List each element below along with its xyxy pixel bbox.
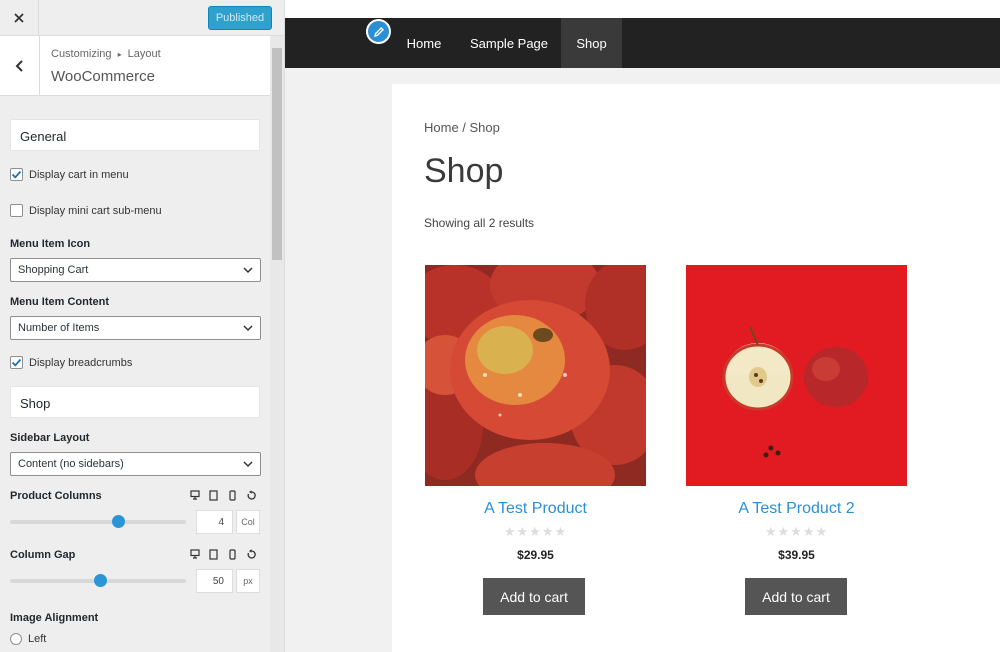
product-columns-label: Product Columns (10, 490, 102, 502)
customizer-topbar: Published (0, 0, 284, 36)
breadcrumbs-checkbox[interactable] (10, 356, 23, 369)
rating-stars: ★★★★★ (503, 524, 568, 539)
chevron-down-icon (243, 460, 253, 467)
reset-icon[interactable] (245, 489, 258, 501)
desktop-icon[interactable] (188, 489, 201, 501)
pencil-icon (373, 26, 384, 37)
scrollbar-thumb[interactable] (272, 48, 282, 260)
product-name[interactable]: A Test Product 2 (686, 500, 907, 518)
product-columns-device-toggles (188, 489, 258, 501)
sidebar-layout-label: Sidebar Layout (10, 432, 90, 444)
page-title: Shop (424, 152, 504, 190)
tablet-icon[interactable] (207, 548, 220, 560)
close-button[interactable] (0, 0, 39, 36)
section-title: WooCommerce (51, 68, 155, 85)
customizer-sidebar: Published Customizing ▸ Layout WooCommer… (0, 0, 285, 652)
product-columns-input[interactable]: 4 (196, 510, 233, 534)
close-icon (14, 13, 24, 23)
breadcrumb-parent: Layout (127, 48, 161, 60)
product-columns-slider-handle[interactable] (112, 515, 125, 528)
publish-button[interactable]: Published (208, 6, 272, 30)
image-alignment-left-radio[interactable] (10, 633, 22, 645)
checkmark-icon (11, 358, 22, 367)
product-price: $29.95 (517, 548, 554, 562)
product-image-apples[interactable] (425, 265, 646, 486)
product-image-apple-halves[interactable] (686, 265, 907, 486)
product-columns-slider[interactable] (10, 515, 186, 528)
page-breadcrumb[interactable]: Home / Shop (424, 120, 500, 135)
menu-content-label: Menu Item Content (10, 296, 109, 308)
image-alignment-left-option[interactable]: Left (10, 633, 46, 645)
menu-icon-label: Menu Item Icon (10, 238, 91, 250)
breadcrumbs-label: Display breadcrumbs (29, 356, 133, 369)
breadcrumb-separator-icon: ▸ (117, 50, 122, 59)
breadcrumbs-option[interactable]: Display breadcrumbs (10, 356, 132, 369)
menu-icon-select[interactable]: Shopping Cart (10, 258, 261, 282)
display-cart-label: Display cart in menu (29, 168, 129, 181)
product-columns-unit: Col (236, 510, 260, 534)
nav-item-sample-page[interactable]: Sample Page (465, 18, 553, 68)
back-button[interactable] (0, 36, 40, 96)
product-name[interactable]: A Test Product (425, 500, 646, 518)
add-to-cart-button[interactable]: Add to cart (745, 578, 847, 615)
display-cart-checkbox[interactable] (10, 168, 23, 181)
menu-icon-value: Shopping Cart (18, 264, 89, 276)
product-price: $39.95 (778, 548, 815, 562)
product-card: A Test Product ★★★★★ $29.95 Add to cart (425, 265, 646, 615)
nav-item-shop[interactable]: Shop (561, 18, 622, 68)
site-preview: Home Sample Page Shop Home / Shop Shop S… (285, 0, 1000, 652)
column-gap-unit: px (236, 569, 260, 593)
mobile-icon[interactable] (226, 489, 239, 501)
scrollbar[interactable] (270, 36, 284, 652)
image-alignment-label: Image Alignment (10, 612, 99, 624)
sidebar-layout-value: Content (no sidebars) (18, 458, 124, 470)
mini-cart-label: Display mini cart sub-menu (29, 204, 162, 217)
chevron-down-icon (243, 324, 253, 331)
reset-icon[interactable] (245, 548, 258, 560)
checkmark-icon (11, 170, 22, 179)
rating-stars: ★★★★★ (764, 524, 829, 539)
product-card: A Test Product 2 ★★★★★ $39.95 Add to car… (686, 265, 907, 615)
desktop-icon[interactable] (188, 548, 201, 560)
main-content: Home / Shop Shop Showing all 2 results A… (392, 84, 1000, 652)
site-navigation: Home Sample Page Shop (285, 18, 1000, 68)
column-gap-device-toggles (188, 548, 258, 560)
menu-content-value: Number of Items (18, 322, 100, 334)
edit-shortcut-button[interactable] (366, 19, 391, 44)
mobile-icon[interactable] (226, 548, 239, 560)
sidebar-layout-select[interactable]: Content (no sidebars) (10, 452, 261, 476)
nav-item-home[interactable]: Home (393, 18, 455, 68)
section-header: Customizing ▸ Layout WooCommerce (0, 36, 270, 96)
result-count: Showing all 2 results (424, 216, 535, 230)
preview-top-strip (285, 0, 1000, 18)
image-alignment-left-label: Left (28, 633, 47, 645)
display-cart-option[interactable]: Display cart in menu (10, 168, 129, 181)
mini-cart-option[interactable]: Display mini cart sub-menu (10, 204, 162, 217)
column-gap-label: Column Gap (10, 549, 76, 561)
add-to-cart-button[interactable]: Add to cart (483, 578, 585, 615)
tablet-icon[interactable] (207, 489, 220, 501)
chevron-down-icon (243, 266, 253, 273)
general-heading: General (10, 119, 260, 151)
mini-cart-checkbox[interactable] (10, 204, 23, 217)
chevron-left-icon (15, 60, 23, 72)
menu-content-select[interactable]: Number of Items (10, 316, 261, 340)
column-gap-slider-handle[interactable] (94, 574, 107, 587)
column-gap-input[interactable]: 50 (196, 569, 233, 593)
breadcrumb: Customizing ▸ Layout (51, 48, 161, 60)
breadcrumb-root: Customizing (51, 48, 112, 60)
column-gap-slider[interactable] (10, 574, 186, 587)
shop-heading: Shop (10, 386, 260, 418)
